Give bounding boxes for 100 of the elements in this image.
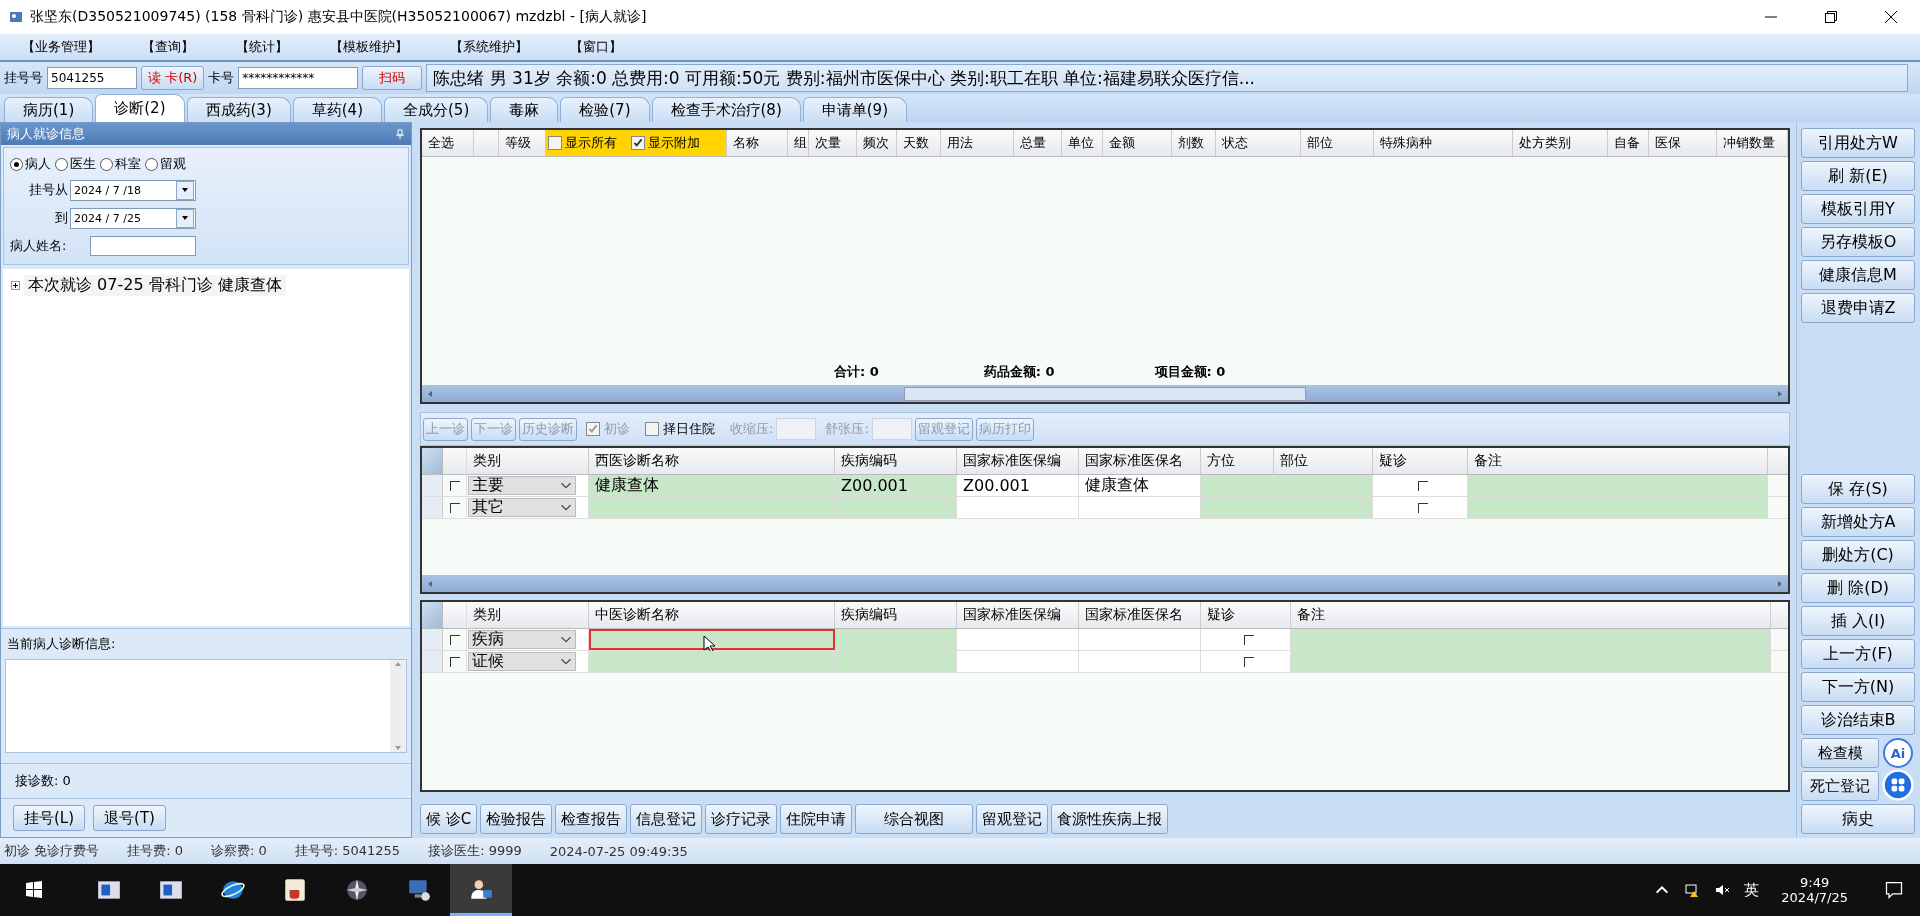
checkbox[interactable] [645,422,659,436]
action-button[interactable]: 保 存(S) [1801,474,1915,504]
column-header[interactable]: 自备 [1607,130,1650,156]
suspected-checkbox[interactable] [1243,656,1254,667]
action-button[interactable]: 候 诊C [420,804,478,834]
column-header[interactable]: 总量 [1013,130,1062,156]
toggle-option[interactable]: 显示附加 [630,134,700,152]
checkbox[interactable] [547,136,562,150]
radio-button[interactable] [10,157,23,171]
row-header[interactable] [422,651,443,672]
column-header[interactable]: 疾病编码 [835,448,957,474]
table-cell[interactable] [1373,497,1468,518]
column-header[interactable]: 组 [788,130,809,156]
scroll-right-icon[interactable] [1776,389,1784,398]
radio-option[interactable]: 医生 [55,155,96,173]
menu-item[interactable]: 【模板维护】 [326,38,422,56]
scroll-thumb[interactable] [904,386,1306,401]
table-cell[interactable]: 健康查体 [589,475,835,496]
action-button[interactable]: 综合视图 [855,804,974,834]
table-cell[interactable] [1468,497,1768,518]
table-cell[interactable] [589,629,835,650]
column-header[interactable]: 等级 [499,130,546,156]
action-button[interactable]: 诊治结束B [1801,705,1915,735]
radio-option[interactable]: 留观 [145,155,186,173]
table-cell[interactable] [835,651,957,672]
panel-button[interactable]: 挂号(L) [13,805,86,831]
table-cell[interactable] [1079,629,1201,650]
column-header[interactable]: 处方类别 [1512,130,1608,156]
action-button[interactable]: 退费申请Z [1801,293,1915,323]
scan-button[interactable]: 扫码 [362,66,423,90]
tab[interactable]: 草药(4) [292,97,382,122]
pressure-field[interactable] [776,418,817,440]
row-checkbox[interactable] [449,502,460,513]
tab[interactable]: 检验(7) [560,97,650,122]
suspected-checkbox[interactable] [1418,480,1428,491]
table-cell[interactable] [1201,497,1274,518]
column-header[interactable]: 备注 [1291,602,1771,628]
scroll-left-icon[interactable] [426,389,434,398]
action-button[interactable]: 删处方(C) [1801,540,1915,570]
action-button[interactable]: 死亡登记 [1801,771,1879,801]
action-button[interactable]: 信息登记 [630,804,703,834]
action-button[interactable]: 插 入(I) [1801,606,1915,636]
action-button[interactable]: 上一方(F) [1801,639,1915,669]
table-cell[interactable]: 其它 [467,497,589,518]
patient-name-field[interactable] [90,236,196,256]
tab[interactable]: 毒麻 [490,97,559,122]
radio-button[interactable] [100,157,113,171]
column-header[interactable]: 剂数 [1172,130,1216,156]
column-header[interactable]: 疑诊 [1201,602,1291,628]
column-header[interactable]: 医保 [1649,130,1717,156]
action-button[interactable]: 模板引用Y [1801,194,1915,224]
table-cell[interactable]: 证候 [467,651,589,672]
table-cell[interactable] [1201,475,1274,496]
pin-icon[interactable] [395,129,405,139]
menu-item[interactable]: 【查询】 [138,38,208,56]
column-header[interactable]: 国家标准医保名 [1079,448,1201,474]
taskbar-app[interactable] [450,864,512,916]
close-icon[interactable] [1884,10,1898,24]
table-cell[interactable] [835,629,957,650]
column-header[interactable]: 类别 [467,602,589,628]
diagnosis-text-area[interactable] [5,659,407,753]
column-header[interactable]: 全选 [422,130,475,156]
category-dropdown[interactable]: 证候 [468,652,576,671]
scroll-left-icon[interactable] [426,579,434,588]
table-cell[interactable]: 健康查体 [1079,475,1201,496]
menu-item[interactable]: 【业务管理】 [18,38,114,56]
column-header[interactable]: 特殊病种 [1374,130,1513,156]
table-cell[interactable] [835,497,957,518]
apps-grid-icon[interactable] [1882,769,1914,801]
action-button[interactable]: 住院申请 [780,804,853,834]
table-cell[interactable] [1079,497,1201,518]
menu-item[interactable]: 【统计】 [232,38,302,56]
row-header[interactable] [422,475,443,496]
registration-field[interactable]: 5041255 [47,67,137,89]
column-header[interactable]: 类别 [467,448,589,474]
panel-button[interactable]: 退号(T) [93,805,166,831]
action-button[interactable]: 检验报告 [480,804,553,834]
suspected-checkbox[interactable] [1243,634,1254,645]
start-icon[interactable] [24,880,44,900]
read-card-button[interactable]: 读 卡(R) [141,66,205,90]
table-cell[interactable] [957,629,1079,650]
scroll-up-icon[interactable] [394,660,402,668]
action-button[interactable]: 病史 [1801,804,1915,834]
table-cell[interactable] [1201,651,1291,672]
clock[interactable]: 9:49 2024/7/25 [1781,875,1848,905]
network-warning-icon[interactable] [1684,882,1701,898]
scroll-right-icon[interactable] [1776,579,1784,588]
suspected-checkbox[interactable] [1418,502,1428,513]
table-cell[interactable] [1079,651,1201,672]
table-cell[interactable] [1274,497,1373,518]
corner-cell[interactable] [422,448,443,474]
table-cell[interactable] [957,497,1079,518]
card-number-field[interactable]: ************ [238,67,359,89]
column-header[interactable]: 中医诊断名称 [589,602,835,628]
pressure-field[interactable] [871,418,912,440]
menu-item[interactable]: 【窗口】 [566,38,636,56]
action-button[interactable]: 新增处方A [1801,507,1915,537]
table-cell[interactable] [589,497,835,518]
table-cell[interactable]: 疾病 [467,629,589,650]
table-cell[interactable]: Z00.001 [835,475,957,496]
